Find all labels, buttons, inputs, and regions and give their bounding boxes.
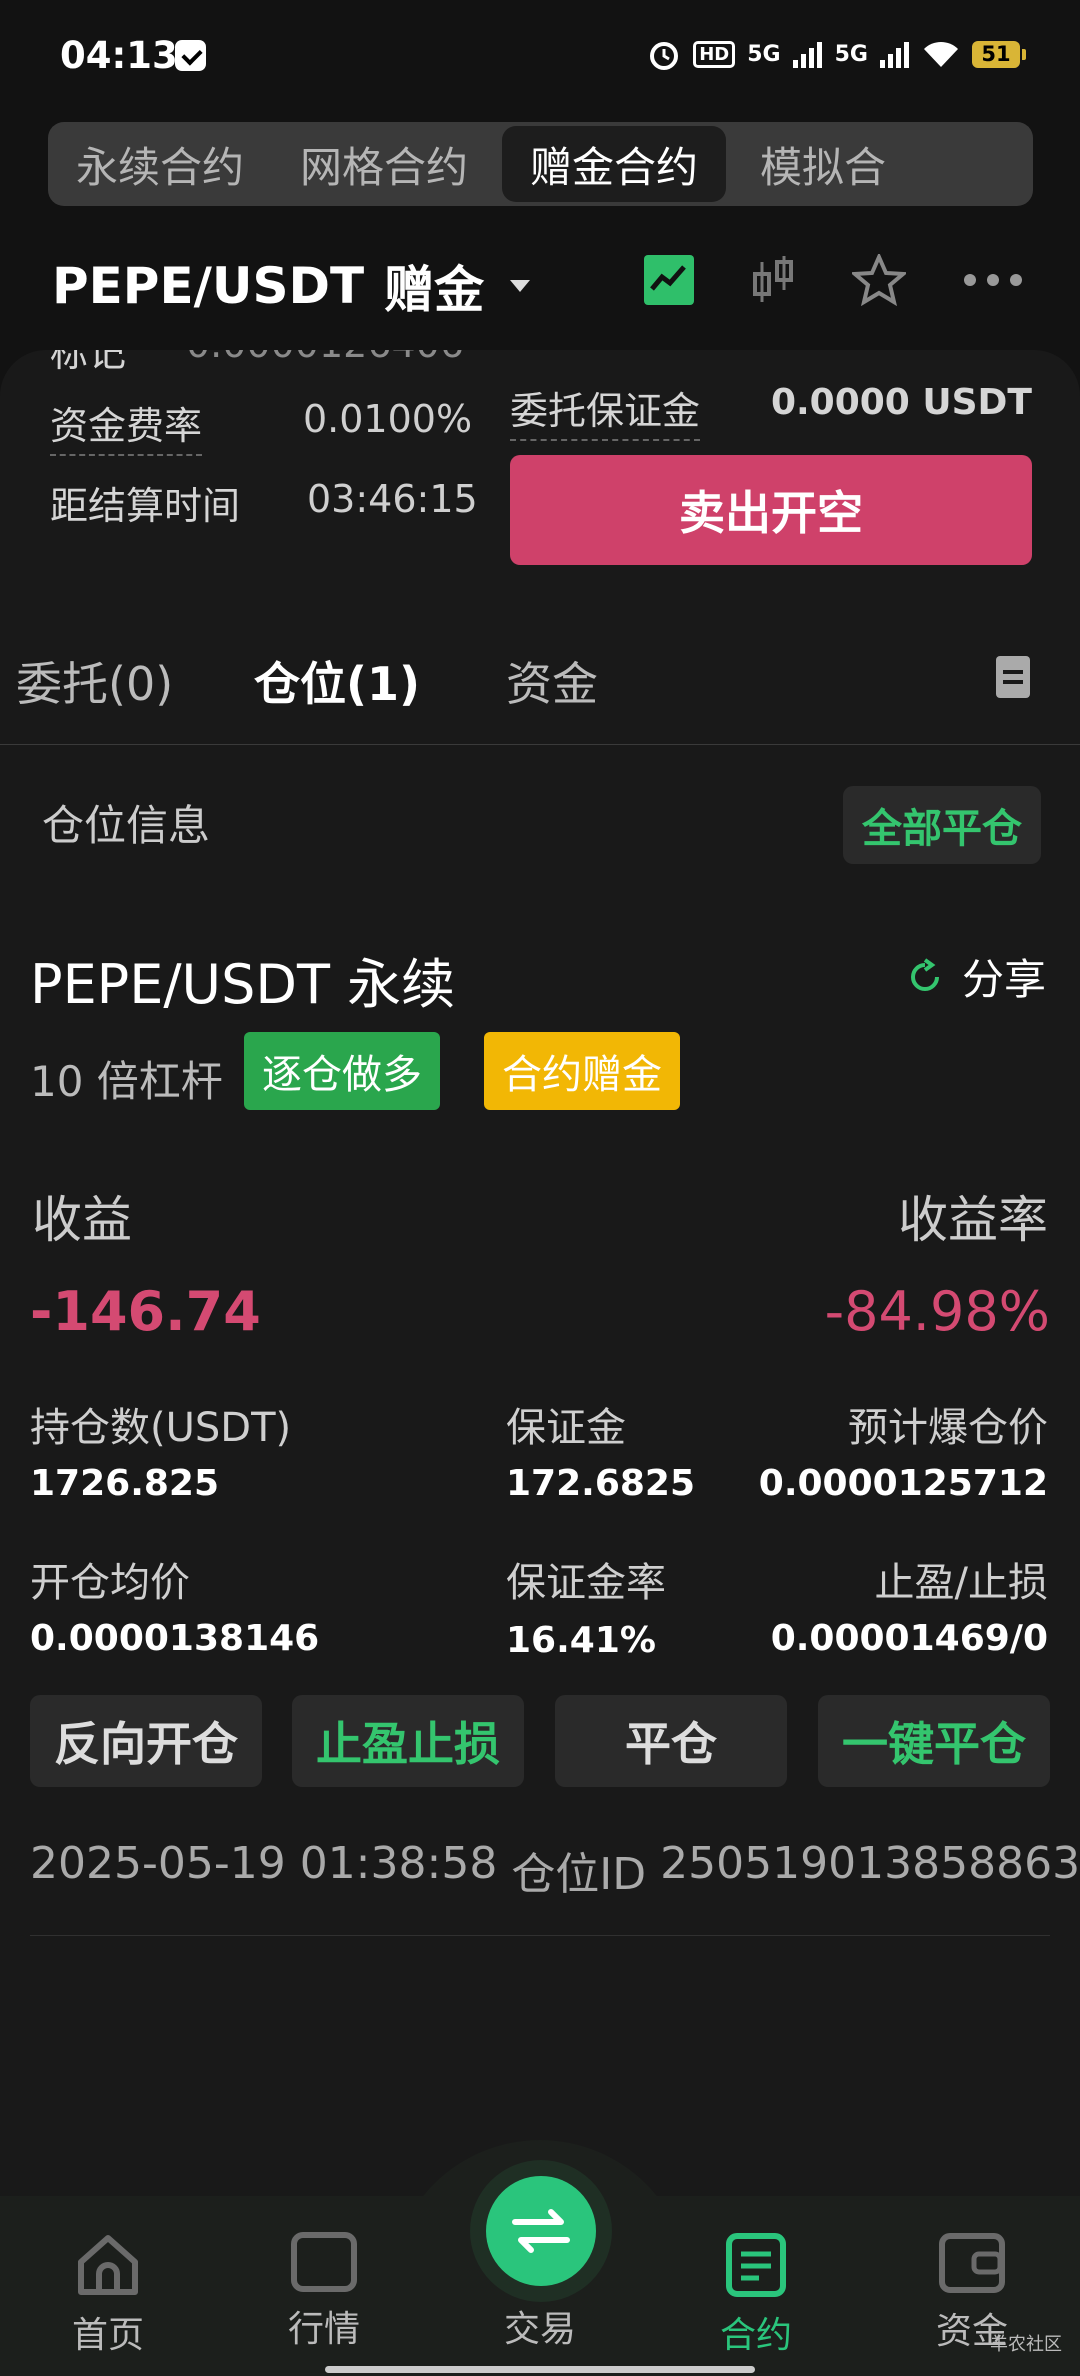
position-subtabs: 委托(0) 仓位(1) 资金: [0, 640, 1080, 745]
more-icon[interactable]: [962, 272, 1024, 288]
margin-ratio-label: 保证金率: [506, 1560, 666, 1606]
funding-rate-value: 0.0100%: [303, 397, 473, 441]
alarm-icon: [650, 42, 679, 70]
market-icon: [291, 2232, 357, 2292]
tpsl-button[interactable]: 止盈止损: [292, 1695, 524, 1787]
margin-label: 保证金: [506, 1405, 626, 1451]
hd-icon: HD: [693, 40, 736, 68]
watermark: 羊农社区: [990, 2334, 1062, 2355]
position-id-value[interactable]: 2505190138588634: [660, 1838, 1080, 1902]
tab-orders[interactable]: 委托(0): [16, 648, 173, 714]
wallet-icon: [939, 2233, 1005, 2293]
nav-home[interactable]: 首页: [8, 2196, 208, 2358]
status-bar: 04:13 HD 5G 5G 51: [0, 0, 1080, 115]
signal-icon: [792, 42, 822, 68]
tag-contract-bonus: 合约赠金: [484, 1032, 680, 1110]
mark-label: 标记: [50, 350, 126, 370]
candlestick-icon[interactable]: [750, 254, 796, 306]
qty-value: 1726.825: [30, 1463, 220, 1504]
close-position-button[interactable]: 平仓: [555, 1695, 787, 1787]
signal-icon-2: [880, 42, 909, 68]
roi-value: -84.98%: [824, 1280, 1050, 1343]
funding-rate-label[interactable]: 资金费率: [50, 395, 203, 456]
pair-badge: 赠金: [384, 261, 485, 319]
share-icon: [911, 957, 939, 991]
network-label-2: 5G: [834, 41, 868, 67]
position-footer: 2025-05-19 01:38:58 仓位ID 250519013858863…: [30, 1838, 1080, 1902]
position-info-title: 仓位信息: [42, 801, 211, 850]
nav-contract[interactable]: 合约: [656, 2196, 856, 2358]
position-timestamp: 2025-05-19 01:38:58: [30, 1838, 498, 1889]
sell-short-button[interactable]: 卖出开空: [510, 455, 1032, 565]
margin-ratio-value: 16.41%: [506, 1620, 656, 1661]
nav-trade[interactable]: 交易: [440, 2292, 640, 2352]
wifi-icon: [924, 41, 958, 67]
nav-contract-label: 合约: [719, 2315, 792, 2356]
star-icon[interactable]: [852, 254, 906, 306]
tab-demo[interactable]: 模拟合: [732, 126, 914, 202]
nav-market-label: 行情: [287, 2309, 360, 2350]
pair-selector[interactable]: PEPE/USDT 赠金: [52, 250, 531, 322]
one-click-close-button[interactable]: 一键平仓: [818, 1695, 1050, 1787]
entry-price-label: 开仓均价: [30, 1560, 190, 1606]
tab-funds[interactable]: 资金: [506, 648, 598, 714]
mark-row-clipped: 标记 0.0000126406: [0, 350, 1080, 370]
leverage-label: 10 倍杠杆: [30, 1057, 223, 1106]
nav-home-label: 首页: [71, 2315, 144, 2356]
contract-icon: [726, 2233, 786, 2297]
contract-tabs: 永续合约 网格合约 赠金合约 模拟合: [48, 122, 1033, 206]
order-margin-value: 0.0000 USDT: [770, 382, 1032, 423]
liq-price-label: 预计爆仓价: [848, 1405, 1048, 1451]
settle-time-label: 距结算时间: [50, 484, 241, 528]
home-icon: [78, 2235, 138, 2295]
tab-positions[interactable]: 仓位(1): [254, 648, 420, 714]
chart-toggle-icon[interactable]: [644, 255, 694, 305]
list-icon[interactable]: [996, 656, 1030, 698]
battery-level: 51: [981, 42, 1011, 66]
tab-bonus[interactable]: 赠金合约: [502, 126, 727, 202]
qty-label: 持仓数(USDT): [30, 1405, 292, 1451]
pair-name: PEPE/USDT: [52, 257, 365, 315]
mark-value: 0.0000126406: [186, 350, 464, 366]
swap-icon: [512, 2209, 570, 2253]
pnl-value: -146.74: [30, 1280, 261, 1343]
tag-isolated-long: 逐仓做多: [244, 1032, 440, 1110]
tpsl-value: 0.00001469/0: [770, 1618, 1048, 1659]
settle-time-value: 03:46:15: [307, 477, 478, 521]
close-all-top-button[interactable]: 全部平仓: [843, 786, 1041, 864]
share-button[interactable]: 分享: [906, 946, 1046, 1007]
entry-price-value: 0.0000138146: [30, 1618, 320, 1659]
caret-down-icon: [510, 280, 531, 292]
reverse-open-button[interactable]: 反向开仓: [30, 1695, 262, 1787]
share-label: 分享: [961, 955, 1046, 1004]
header-actions: [644, 254, 1024, 306]
margin-value: 172.6825: [506, 1463, 696, 1504]
home-indicator[interactable]: [325, 2366, 755, 2373]
position-symbol[interactable]: PEPE/USDT 永续: [30, 940, 455, 1019]
pnl-label: 收益: [32, 1191, 132, 1249]
nav-trade-label: 交易: [503, 2309, 576, 2350]
status-icons: HD 5G 5G 51: [647, 34, 1026, 74]
roi-label: 收益率: [898, 1191, 1048, 1249]
battery-icon: 51: [972, 40, 1026, 68]
trade-swap-button[interactable]: [486, 2176, 596, 2286]
divider: [30, 1935, 1050, 1936]
network-label: 5G: [747, 41, 781, 67]
position-id-label: 仓位ID: [511, 1849, 647, 1900]
message-icon: [175, 40, 206, 71]
status-time: 04:13: [60, 34, 178, 77]
tab-perpetual[interactable]: 永续合约: [48, 126, 272, 202]
tab-grid[interactable]: 网格合约: [272, 126, 496, 202]
liq-price-value: 0.0000125712: [758, 1463, 1048, 1504]
nav-market[interactable]: 行情: [224, 2196, 424, 2352]
tpsl-label: 止盈/止损: [874, 1560, 1048, 1606]
order-margin-label[interactable]: 委托保证金: [510, 380, 701, 441]
